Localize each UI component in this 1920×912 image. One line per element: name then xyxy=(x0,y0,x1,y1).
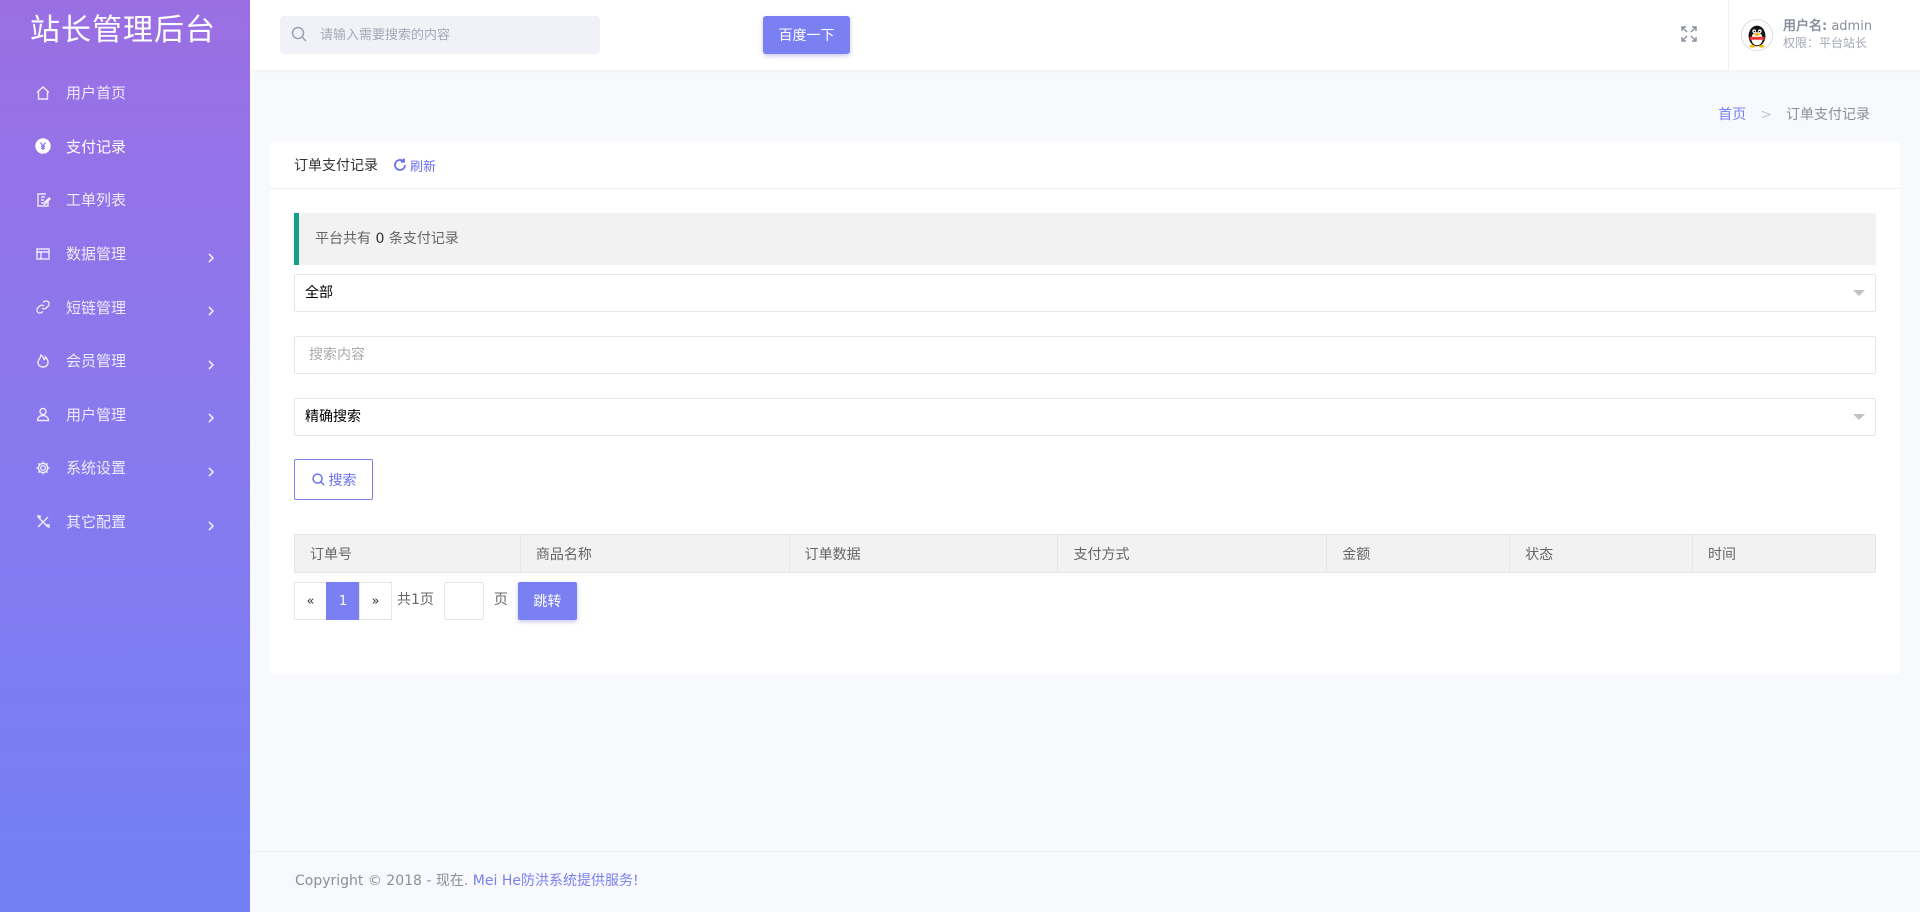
payments-card: 订单支付记录 刷新 平台共有 0 条支付记录 全部 精确搜索 搜索 订单号 商品… xyxy=(270,142,1900,674)
top-header: 百度一下 用户名: admin 权限：平台站长 xyxy=(250,0,1920,70)
column-header: 金额 xyxy=(1326,534,1511,573)
home-icon xyxy=(34,84,52,102)
refresh-icon xyxy=(394,158,406,171)
column-header: 订单数据 xyxy=(788,534,1059,573)
sidebar-item-payments[interactable]: 支付记录 xyxy=(0,120,250,174)
jump-page-input[interactable] xyxy=(443,582,484,620)
page-suffix: 页 xyxy=(493,592,508,608)
payments-table: 订单号 商品名称 订单数据 支付方式 金额 状态 时间 xyxy=(294,534,1876,573)
gear-icon xyxy=(34,459,52,477)
sidebar-item-label: 数据管理 xyxy=(66,245,127,264)
footer-copyright: Copyright © 2018 - 现在. xyxy=(295,873,469,889)
refresh-label: 刷新 xyxy=(410,159,437,175)
header-search-input[interactable] xyxy=(320,27,500,43)
column-header: 时间 xyxy=(1692,534,1876,573)
column-header: 订单号 xyxy=(294,534,521,573)
fire-icon xyxy=(34,352,52,370)
user-icon xyxy=(34,405,52,423)
notice-prefix: 平台共有 xyxy=(315,231,371,247)
breadcrumb: 首页 > 订单支付记录 xyxy=(1718,104,1870,124)
avatar xyxy=(1741,19,1773,51)
sidebar-item-label: 其它配置 xyxy=(66,513,127,532)
sidebar-item-label: 支付记录 xyxy=(66,137,127,156)
table-icon xyxy=(34,245,52,263)
sidebar-item-tickets[interactable]: 工单列表 xyxy=(0,173,250,227)
chevron-right-icon xyxy=(206,463,216,477)
sidebar-item-label: 用户首页 xyxy=(66,84,127,103)
sidebar-item-label: 会员管理 xyxy=(66,352,127,371)
chevron-right-icon xyxy=(206,356,216,370)
user-name-line: 用户名: admin xyxy=(1783,19,1872,35)
chevron-right-icon xyxy=(206,517,216,531)
prev-page-button[interactable]: « xyxy=(294,582,327,620)
sidebar-item-label: 系统设置 xyxy=(66,459,127,478)
search-button[interactable]: 搜索 xyxy=(294,459,373,500)
baidu-search-button[interactable]: 百度一下 xyxy=(763,16,850,54)
breadcrumb-home[interactable]: 首页 xyxy=(1718,107,1746,123)
chevron-right-icon xyxy=(206,302,216,316)
current-page[interactable]: 1 xyxy=(326,582,360,620)
brand-title: 站长管理后台 xyxy=(30,13,216,48)
sidebar-item-settings[interactable]: 系统设置 xyxy=(0,441,250,495)
breadcrumb-separator: > xyxy=(1760,107,1772,123)
search-icon xyxy=(311,473,325,486)
chevron-down-icon xyxy=(1853,414,1865,420)
column-header: 商品名称 xyxy=(519,534,790,573)
sidebar-item-other[interactable]: 其它配置 xyxy=(0,495,250,549)
sidebar-item-shortlinks[interactable]: 短链管理 xyxy=(0,280,250,334)
qq-penguin-icon xyxy=(1748,25,1766,48)
pagination: « 1 » 共1页 页 跳转 xyxy=(294,582,577,620)
user-menu[interactable]: 用户名: admin 权限：平台站长 xyxy=(1728,0,1890,70)
chevron-right-icon xyxy=(206,409,216,423)
total-pages: 共1页 xyxy=(397,592,434,608)
user-meta: 用户名: admin 权限：平台站长 xyxy=(1783,19,1872,51)
column-header: 状态 xyxy=(1509,534,1694,573)
status-select[interactable]: 全部 xyxy=(294,274,1876,312)
search-icon xyxy=(290,25,310,45)
fullscreen-icon[interactable] xyxy=(1680,25,1698,43)
records-notice: 平台共有 0 条支付记录 xyxy=(294,213,1876,265)
search-content-input[interactable] xyxy=(294,336,1876,374)
sidebar: 站长管理后台 用户首页 支付记录 工单列表 数据管理 短链管理 会员管理 用户管… xyxy=(0,0,250,912)
sidebar-item-users[interactable]: 用户管理 xyxy=(0,388,250,442)
search-mode-value: 精确搜索 xyxy=(305,409,361,425)
footer-link[interactable]: Mei He防洪系统提供服务! xyxy=(473,873,639,889)
sidebar-item-label: 短链管理 xyxy=(66,298,127,317)
tools-icon xyxy=(34,513,52,531)
notice-count: 0 xyxy=(375,231,385,247)
refresh-button[interactable]: 刷新 xyxy=(392,156,436,175)
jump-button[interactable]: 跳转 xyxy=(517,582,577,620)
column-header: 支付方式 xyxy=(1057,534,1328,573)
sidebar-menu: 用户首页 支付记录 工单列表 数据管理 短链管理 会员管理 用户管理 系统设置 … xyxy=(0,66,250,548)
notice-suffix: 条支付记录 xyxy=(388,231,459,247)
user-name: admin xyxy=(1831,19,1873,34)
footer: Copyright © 2018 - 现在. Mei He防洪系统提供服务! xyxy=(250,851,1920,912)
chevron-down-icon xyxy=(1853,290,1865,296)
chevron-right-icon xyxy=(206,249,216,263)
link-icon xyxy=(34,298,52,316)
edit-doc-icon xyxy=(34,191,52,209)
card-header: 订单支付记录 刷新 xyxy=(270,142,1900,189)
sidebar-item-members[interactable]: 会员管理 xyxy=(0,334,250,388)
sidebar-item-data[interactable]: 数据管理 xyxy=(0,227,250,281)
next-page-button[interactable]: » xyxy=(359,582,392,620)
user-name-label: 用户名: xyxy=(1783,19,1828,34)
search-mode-select[interactable]: 精确搜索 xyxy=(294,398,1876,436)
search-button-label: 搜索 xyxy=(328,472,357,489)
breadcrumb-current: 订单支付记录 xyxy=(1786,107,1870,123)
table-header-row: 订单号 商品名称 订单数据 支付方式 金额 状态 时间 xyxy=(294,534,1876,573)
header-search xyxy=(280,16,600,54)
status-select-value: 全部 xyxy=(305,285,333,301)
user-role: 权限：平台站长 xyxy=(1783,36,1868,50)
sidebar-item-home[interactable]: 用户首页 xyxy=(0,66,250,120)
sidebar-item-label: 用户管理 xyxy=(66,405,127,424)
sidebar-item-label: 工单列表 xyxy=(66,191,127,210)
card-title: 订单支付记录 xyxy=(294,158,378,174)
yen-icon xyxy=(34,137,52,155)
